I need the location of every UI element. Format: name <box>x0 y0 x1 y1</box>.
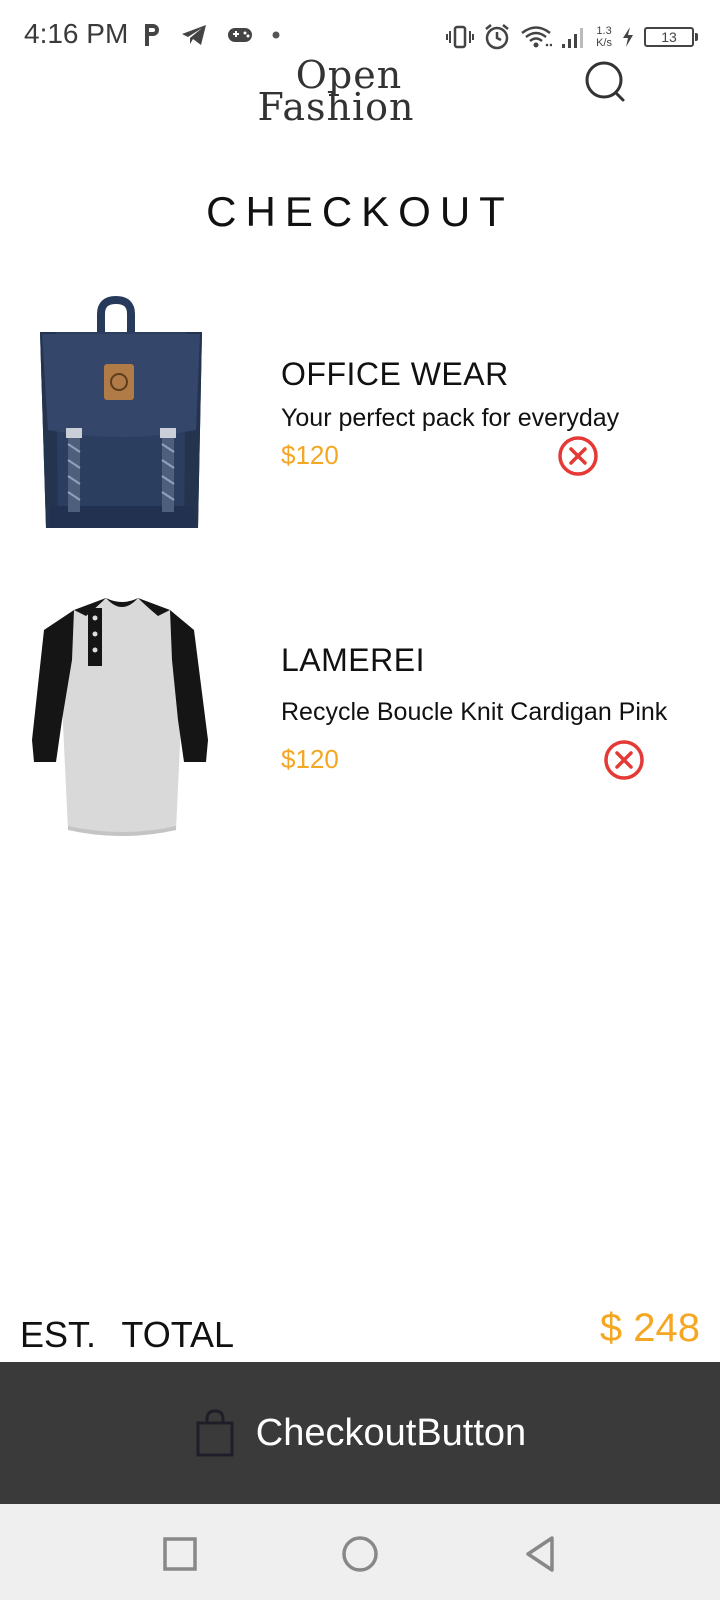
total-label: EST. TOTAL <box>20 1314 235 1355</box>
item-name: OFFICE WEAR <box>281 356 509 392</box>
remove-item-button[interactable] <box>556 434 600 478</box>
item-description: Recycle Boucle Knit Cardigan Pink <box>281 698 668 726</box>
item-name: LAMEREI <box>281 642 425 678</box>
home-button[interactable] <box>340 1534 380 1574</box>
circle-icon <box>342 1536 378 1572</box>
notification-dot-icon <box>272 31 280 39</box>
recents-button[interactable] <box>160 1534 200 1574</box>
system-nav-bar <box>0 1504 720 1600</box>
status-system-icons: 1.3 K/s 13 <box>446 20 698 54</box>
total-value: $ 248 <box>599 1306 700 1350</box>
item-description: Your perfect pack for everyday <box>281 404 620 432</box>
network-speed-value: 1.3 <box>596 25 612 37</box>
triangle-back-icon <box>526 1536 554 1572</box>
remove-icon <box>604 740 644 780</box>
item-price: $120 <box>281 440 339 470</box>
charging-icon <box>623 27 633 47</box>
alarm-icon <box>485 24 509 50</box>
brand-logo: Open Fashion <box>254 56 418 130</box>
network-speed-unit: K/s <box>596 37 612 49</box>
cart-item: LAMEREI Recycle Boucle Knit Cardigan Pin… <box>0 590 720 850</box>
page-title: CHECKOUT <box>206 188 514 235</box>
status-time: 4:16 PM <box>24 18 129 49</box>
cart-item: OFFICE WEAR Your perfect pack for everyd… <box>0 294 720 544</box>
search-icon <box>585 61 625 102</box>
backpack-image <box>40 295 202 528</box>
back-button[interactable] <box>520 1534 560 1574</box>
vibrate-icon <box>446 25 475 49</box>
logo-line2: Fashion <box>257 85 415 129</box>
item-image-shirt[interactable] <box>26 590 216 836</box>
gamepad-icon <box>228 28 252 42</box>
remove-icon <box>558 436 598 476</box>
search-button[interactable] <box>582 58 632 108</box>
signal-icon <box>562 28 584 48</box>
telegram-icon <box>182 25 206 45</box>
item-price: $120 <box>281 744 339 774</box>
item-image-backpack[interactable] <box>26 294 216 539</box>
network-speed: 1.3 K/s <box>596 25 612 49</box>
remove-item-button[interactable] <box>602 738 646 782</box>
shopping-bag-icon <box>196 1409 234 1457</box>
square-icon <box>163 1537 197 1571</box>
shirt-image <box>32 598 208 836</box>
battery-icon: 13 <box>644 27 698 47</box>
wifi-icon <box>521 26 553 48</box>
parking-app-icon <box>145 24 159 46</box>
checkout-button[interactable]: CheckoutButton <box>0 1362 720 1504</box>
status-notification-icons <box>142 20 280 50</box>
checkout-button-label: CheckoutButton <box>255 1411 527 1454</box>
